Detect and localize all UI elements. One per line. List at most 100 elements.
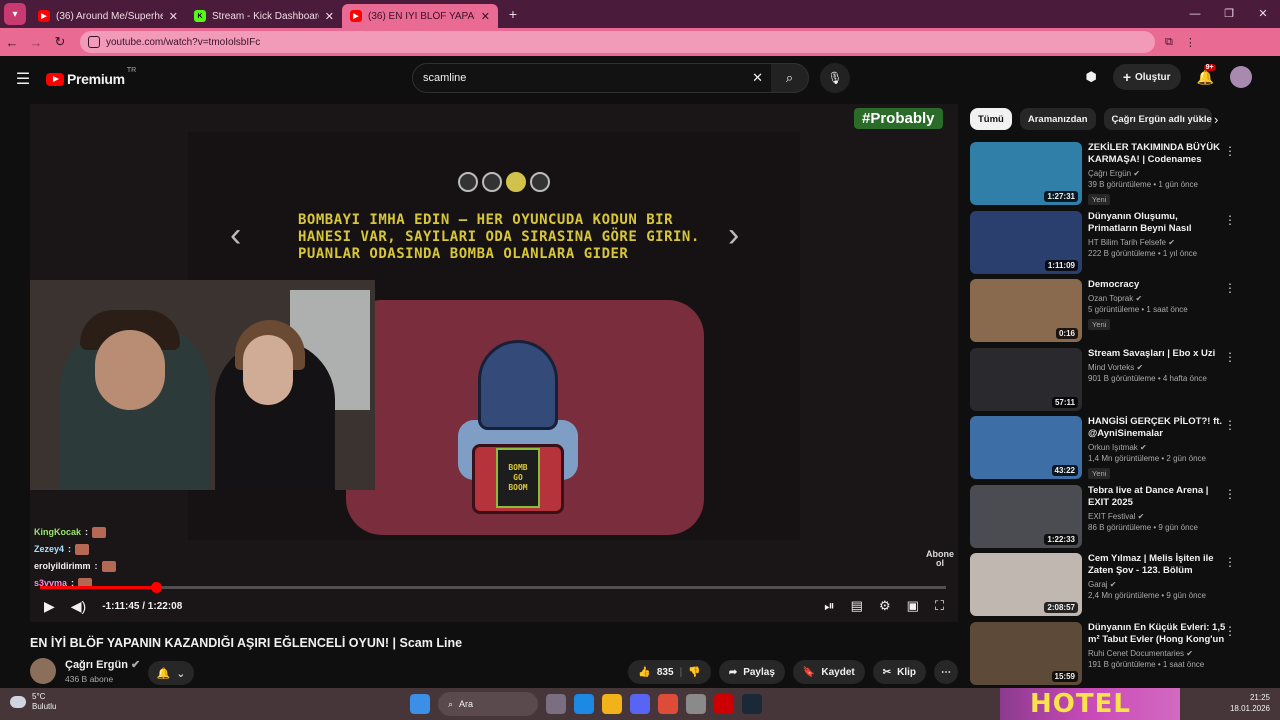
channel-name[interactable]: Çağrı Ergün ✔ (65, 658, 140, 671)
browser-tab-3[interactable]: ▶ (36) EN İYİ BLÖF YAPANIN K ✕ (342, 4, 498, 28)
settings-app-icon[interactable] (686, 694, 706, 714)
search-button[interactable]: ⌕ (771, 63, 809, 93)
subscribed-button[interactable]: 🔔 ⌄ (148, 661, 194, 685)
clear-search-icon[interactable]: ✕ (752, 70, 763, 86)
more-options-icon[interactable]: ⋮ (1224, 624, 1236, 638)
rec-channel[interactable]: Mind Vorteks ✔ (1088, 363, 1228, 372)
notifications-button[interactable]: 🔔 9+ (1197, 63, 1216, 86)
chrome-icon[interactable] (658, 694, 678, 714)
chevron-right-icon[interactable]: › (1214, 112, 1218, 127)
video-thumbnail[interactable]: 0:16 (970, 279, 1082, 342)
play-icon[interactable]: ▶ (44, 598, 55, 615)
rec-channel[interactable]: Garaj ✔ (1088, 580, 1228, 589)
menu-icon[interactable]: ⋮ (1185, 36, 1196, 49)
save-button[interactable]: 🔖 Kaydet (792, 660, 865, 684)
fullscreen-icon[interactable]: ⛶ (935, 598, 944, 614)
steam-icon[interactable] (742, 694, 762, 714)
subscribe-watermark[interactable]: Abone ol (926, 550, 954, 568)
video-thumbnail[interactable]: 1:22:33 (970, 484, 1082, 548)
more-options-icon[interactable]: ⋮ (1224, 555, 1236, 569)
video-thumbnail[interactable]: 1:11:09 (970, 210, 1082, 274)
rec-title[interactable]: Cem Yılmaz | Melis İşiten ile Zaten Şov … (1088, 553, 1228, 577)
close-window-icon[interactable]: ✕ (1246, 0, 1280, 28)
task-view-icon[interactable] (546, 694, 566, 714)
discord-icon[interactable] (630, 694, 650, 714)
more-options-icon[interactable]: ⋮ (1224, 281, 1236, 295)
like-button[interactable]: 👍 835 | 👎 (628, 660, 711, 684)
rec-channel[interactable]: Çağrı Ergün ✔ (1088, 169, 1228, 178)
rec-channel[interactable]: Orkun Işıtmak ✔ (1088, 443, 1228, 452)
recommendation-item[interactable]: 1:22:33 Tebra live at Dance Arena | EXIT … (970, 484, 1250, 554)
more-actions-button[interactable]: ⋯ (934, 660, 958, 684)
rec-channel[interactable]: Ozan Toprak ✔ (1088, 294, 1228, 303)
thumbs-down-icon[interactable]: 👎 (688, 667, 700, 678)
rec-channel[interactable]: Ruhi Cenet Documentaries ✔ (1088, 649, 1228, 658)
url-field[interactable]: youtube.com/watch?v=tmoIolsbIFc (80, 31, 1155, 53)
edge-icon[interactable] (574, 694, 594, 714)
more-options-icon[interactable]: ⋮ (1224, 418, 1236, 432)
cast-icon[interactable]: ⬢ (1085, 69, 1096, 85)
system-clock[interactable]: 21:25 18.01.2026 (1230, 692, 1270, 714)
create-button[interactable]: + Oluştur (1112, 64, 1181, 90)
more-options-icon[interactable]: ⋮ (1224, 487, 1236, 501)
site-info-icon[interactable] (88, 36, 100, 48)
browser-tab-2[interactable]: K Stream - Kick Dashboard ✕ (186, 4, 342, 28)
rec-title[interactable]: Dünyanın En Küçük Evleri: 1,5 m² Tabut E… (1088, 622, 1228, 646)
rec-channel[interactable]: HT Bilim Tarih Felsefe ✔ (1088, 238, 1228, 247)
recommendation-item[interactable]: 15:59 Dünyanın En Küçük Evleri: 1,5 m² Ta… (970, 621, 1250, 691)
recommendation-item[interactable]: 57:11 Stream Savaşları | Ebo x Uzi Mind Vo… (970, 347, 1250, 417)
rec-title[interactable]: Tebra live at Dance Arena | EXIT 2025 (1088, 485, 1228, 509)
subtitles-icon[interactable]: ▤ (851, 598, 863, 614)
youtube-logo[interactable]: Premium TR (46, 67, 136, 87)
video-thumbnail[interactable]: 2:08:57 (970, 553, 1082, 616)
recommendation-item[interactable]: 43:22 HANGİSİ GERÇEK PİLOT?! ft. @AyniSin… (970, 416, 1250, 485)
obs-icon[interactable] (714, 694, 734, 714)
forward-icon[interactable]: → (24, 35, 48, 50)
video-thumbnail[interactable]: 57:11 (970, 347, 1082, 411)
video-player[interactable]: ‹ › BOMBAYI IMHA EDIN — HER OYUNCUDA KOD… (30, 104, 958, 622)
channel-avatar[interactable] (30, 658, 56, 684)
more-options-icon[interactable]: ⋮ (1224, 213, 1236, 227)
share-button[interactable]: ➦ Paylaş (718, 660, 785, 684)
extensions-icon[interactable]: ⧉ (1165, 36, 1173, 49)
scrubber-handle[interactable] (150, 582, 162, 593)
start-icon[interactable] (410, 694, 430, 714)
voice-search-button[interactable]: 🎙 (820, 63, 850, 93)
weather-widget[interactable]: 5°C Bulutlu (10, 692, 56, 712)
search-input[interactable]: scamline ✕ (412, 63, 772, 93)
volume-icon[interactable]: ◀) (71, 598, 86, 615)
recommendation-item[interactable]: 0:16 Democracy Ozan Toprak ✔ 5 görüntüleme … (970, 279, 1250, 348)
miniplayer-icon[interactable]: ▣ (907, 598, 919, 614)
minimize-icon[interactable]: — (1178, 0, 1212, 28)
rec-title[interactable]: Democracy (1088, 279, 1228, 291)
rec-title[interactable]: Dünyanın Oluşumu, Primatların Beyni Nası… (1088, 211, 1228, 235)
browser-tab-1[interactable]: ▶ (36) Around Me/Superhero - M ✕ (30, 4, 186, 28)
maximize-icon[interactable]: ❐ (1212, 0, 1246, 28)
close-icon[interactable]: ✕ (481, 10, 490, 23)
recommendation-item[interactable]: 1:11:09 Dünyanın Oluşumu, Primatların Bey… (970, 210, 1250, 280)
video-thumbnail[interactable]: 15:59 (970, 621, 1082, 685)
video-thumbnail[interactable]: 43:22 (970, 416, 1082, 479)
new-tab-button[interactable]: + (504, 5, 522, 23)
rec-title[interactable]: HANGİSİ GERÇEK PİLOT?! ft. @AyniSinemala… (1088, 416, 1228, 440)
back-icon[interactable]: ← (0, 35, 24, 50)
chip-uploader[interactable]: Çağrı Ergün adlı yükleyic (1103, 108, 1212, 130)
more-options-icon[interactable]: ⋮ (1224, 350, 1236, 364)
close-icon[interactable]: ✕ (169, 10, 178, 23)
settings-icon[interactable]: ⚙ (879, 598, 891, 614)
folder-icon[interactable] (602, 694, 622, 714)
chip-from-search[interactable]: Aramanızdan (1019, 108, 1096, 130)
more-options-icon[interactable]: ⋮ (1224, 144, 1236, 158)
rec-title[interactable]: ZEKİLER TAKIMINDA BÜYÜK KARMAŞA! | Coden… (1088, 142, 1228, 166)
clip-button[interactable]: ✂ Klip (872, 660, 926, 684)
video-thumbnail[interactable]: 1:27:31 (970, 142, 1082, 205)
reload-icon[interactable]: ↻ (48, 34, 72, 50)
hamburger-menu-icon[interactable]: ☰ (0, 69, 46, 89)
autoplay-toggle[interactable]: ⏯ (824, 598, 834, 614)
tab-search-menu-icon[interactable]: ▾ (4, 3, 26, 25)
rec-channel[interactable]: EXIT Festival ✔ (1088, 512, 1228, 521)
rec-title[interactable]: Stream Savaşları | Ebo x Uzi (1088, 348, 1228, 360)
recommendation-item[interactable]: 2:08:57 Cem Yılmaz | Melis İşiten ile Zat… (970, 553, 1250, 622)
taskbar-search[interactable]: ⌕ Ara (438, 692, 538, 716)
recommendation-item[interactable]: 1:27:31 ZEKİLER TAKIMINDA BÜYÜK KARMAŞA! … (970, 142, 1250, 211)
